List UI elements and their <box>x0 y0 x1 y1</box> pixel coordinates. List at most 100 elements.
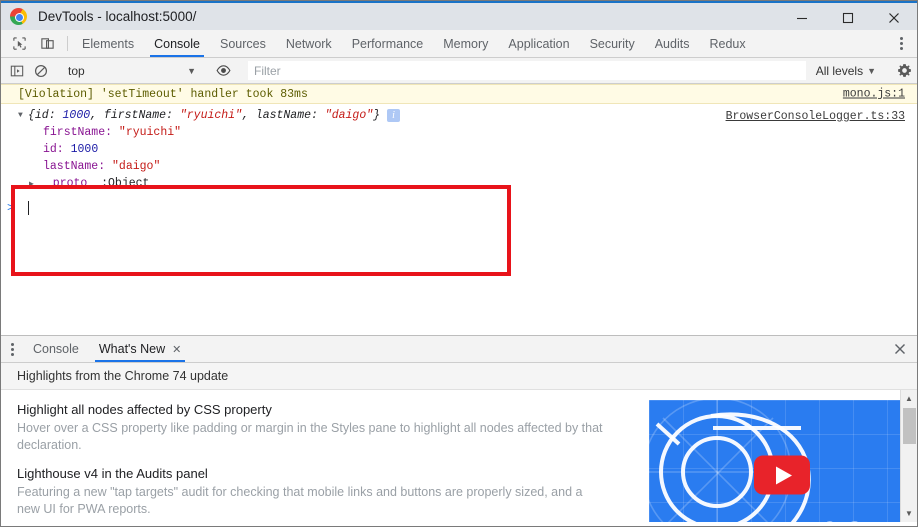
show-console-sidebar-icon[interactable] <box>5 60 29 82</box>
drawer-tab-label: What's New <box>98 342 166 356</box>
triangle-right-icon[interactable]: ▶ <box>29 179 39 189</box>
prompt-caret-icon: > <box>7 200 15 215</box>
object-preview: {id: 1000, firstName: "ryuichi", lastNam… <box>28 109 380 122</box>
maximize-button[interactable] <box>825 3 871 32</box>
info-badge-icon[interactable]: i <box>387 109 401 122</box>
close-icon[interactable]: ✕ <box>172 343 181 356</box>
list-item[interactable]: Highlight all nodes affected by CSS prop… <box>17 402 607 453</box>
chevron-down-icon: ▼ <box>867 65 876 76</box>
property-value: 1000 <box>70 143 99 156</box>
tab-label: Network <box>285 36 332 51</box>
minimize-button[interactable] <box>779 3 825 32</box>
object-property-row[interactable]: lastName: "daigo" <box>18 158 917 175</box>
console-violation-message[interactable]: [Violation] 'setTimeout' handler took 83… <box>1 84 917 104</box>
tab-network[interactable]: Network <box>276 30 342 57</box>
text-cursor <box>28 200 29 215</box>
chevron-down-icon: ▼ <box>187 65 196 76</box>
execution-context-value: top <box>68 63 85 78</box>
tab-performance[interactable]: Performance <box>342 30 434 57</box>
tab-label: Application <box>508 36 570 51</box>
violation-source-link[interactable]: mono.js:1 <box>843 88 905 101</box>
preview-key-1: firstName: <box>103 109 180 122</box>
tab-label: Sources <box>219 36 266 51</box>
tab-security[interactable]: Security <box>580 30 645 57</box>
property-name: firstName: <box>43 126 113 139</box>
violation-text: [Violation] 'setTimeout' handler took 83… <box>18 87 308 101</box>
drawer-tab-console[interactable]: Console <box>23 336 89 362</box>
console-object-message[interactable]: BrowserConsoleLogger.ts:33 ▼ {id: 1000, … <box>1 104 917 194</box>
clear-console-icon[interactable] <box>29 60 53 82</box>
window-title: DevTools - localhost:5000/ <box>38 9 197 24</box>
whats-new-media: new <box>649 390 917 522</box>
inspect-element-icon[interactable] <box>9 34 29 54</box>
object-property-row[interactable]: id: 1000 <box>18 141 917 158</box>
triangle-down-icon[interactable]: ▼ <box>18 111 28 120</box>
preview-value-1: "ryuichi" <box>179 109 242 122</box>
devtools-tabstrip: Elements Console Sources Network Perform… <box>1 30 917 58</box>
property-value: "ryuichi" <box>118 126 182 139</box>
whats-new-list: Highlight all nodes affected by CSS prop… <box>1 390 649 522</box>
item-description: Hover over a CSS property like padding o… <box>17 421 603 452</box>
close-drawer-icon[interactable] <box>883 336 917 362</box>
console-toolbar: top ▼ All levels ▼ <box>1 58 917 84</box>
scroll-up-arrow-icon[interactable]: ▲ <box>901 390 918 407</box>
tab-sources[interactable]: Sources <box>210 30 276 57</box>
tab-label: Console <box>154 36 200 51</box>
scroll-down-arrow-icon[interactable]: ▼ <box>901 505 918 522</box>
log-levels-select[interactable]: All levels ▼ <box>810 64 882 78</box>
proto-separator: : <box>101 177 109 190</box>
proto-label: __proto__ <box>39 177 102 190</box>
close-button[interactable] <box>871 3 917 32</box>
preview-open-brace: { <box>28 109 35 122</box>
item-title: Lighthouse v4 in the Audits panel <box>17 466 208 481</box>
preview-key-2: lastName: <box>255 109 325 122</box>
preview-key-0: id: <box>34 109 63 122</box>
tab-memory[interactable]: Memory <box>433 30 498 57</box>
live-expression-eye-icon[interactable] <box>211 60 235 82</box>
panel-tabs: Elements Console Sources Network Perform… <box>72 30 756 57</box>
scrollbar-thumb[interactable] <box>902 408 916 444</box>
console-message-area[interactable]: [Violation] 'setTimeout' handler took 83… <box>1 84 917 335</box>
drawer-tab-label: Console <box>33 342 79 356</box>
preview-close-brace: } <box>373 109 381 122</box>
execution-context-select[interactable]: top ▼ <box>62 61 202 81</box>
kebab-menu-icon[interactable] <box>889 32 913 56</box>
object-property-row[interactable]: firstName: "ryuichi" <box>18 124 917 141</box>
video-thumbnail[interactable]: new <box>649 400 915 522</box>
object-proto-row[interactable]: ▶ __proto__ : Object <box>18 175 917 192</box>
preview-value-2: "daigo" <box>324 109 374 122</box>
preview-sep-0: , <box>90 109 104 122</box>
drawer-tabstrip: Console What's New ✕ <box>1 336 917 363</box>
kebab-menu-icon[interactable] <box>1 336 23 362</box>
property-name: id: <box>43 143 64 156</box>
preview-sep-1: , <box>241 109 256 122</box>
tab-elements[interactable]: Elements <box>72 30 144 57</box>
drawer-tab-whats-new[interactable]: What's New ✕ <box>89 336 192 362</box>
gear-icon[interactable] <box>891 60 917 82</box>
chrome-logo-icon <box>10 8 27 25</box>
tab-label: Audits <box>654 36 690 51</box>
whats-new-body: Highlight all nodes affected by CSS prop… <box>1 390 917 522</box>
tab-redux[interactable]: Redux <box>699 30 755 57</box>
console-prompt-row[interactable]: > <box>1 198 917 217</box>
list-item[interactable]: Lighthouse v4 in the Audits panel Featur… <box>17 466 607 517</box>
media-caption: new <box>815 508 901 522</box>
window-controls <box>779 3 917 32</box>
log-levels-label: All levels <box>815 63 864 78</box>
tab-label: Elements <box>82 36 135 51</box>
tab-audits[interactable]: Audits <box>645 30 700 57</box>
tab-label: Redux <box>709 36 746 51</box>
devtools-window: DevTools - localhost:5000/ Elements Cons… <box>0 0 918 527</box>
whats-new-subtitle: Highlights from the Chrome 74 update <box>1 363 917 390</box>
toggle-device-toolbar-icon[interactable] <box>37 34 57 54</box>
tab-label: Security <box>589 36 635 51</box>
object-source-link[interactable]: BrowserConsoleLogger.ts:33 <box>726 110 905 123</box>
tab-console[interactable]: Console <box>144 30 210 57</box>
youtube-play-icon[interactable] <box>754 455 810 495</box>
tab-label: Performance <box>351 36 424 51</box>
tab-application[interactable]: Application <box>498 30 579 57</box>
tabstrip-right-controls <box>880 30 917 57</box>
tab-label: Memory <box>443 36 489 51</box>
filter-input[interactable] <box>248 61 806 80</box>
whats-new-scrollbar[interactable]: ▲ ▼ <box>900 390 917 522</box>
